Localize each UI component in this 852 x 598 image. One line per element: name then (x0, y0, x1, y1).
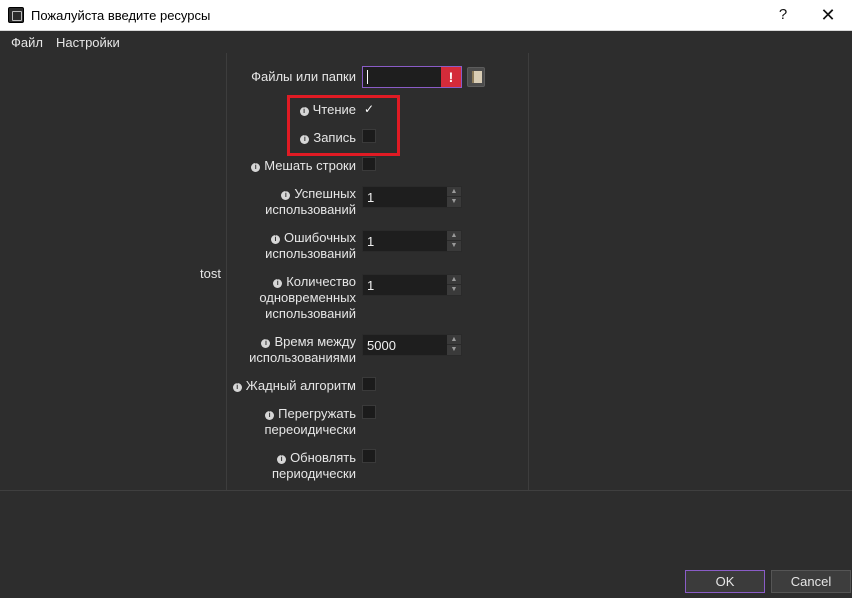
error-icon: ! (441, 67, 461, 87)
spin-down-icon[interactable]: ▼ (447, 285, 461, 295)
concurrent-uses-input[interactable] (363, 275, 447, 295)
greedy-label: i Жадный алгоритм (232, 378, 356, 394)
close-button[interactable]: ✕ (812, 4, 844, 26)
error-uses-input[interactable] (363, 231, 447, 251)
folder-open-icon[interactable] (467, 67, 485, 87)
bottom-divider (0, 490, 852, 491)
files-input[interactable] (363, 67, 441, 87)
menu-file[interactable]: Файл (11, 35, 43, 50)
menu-bar: Файл Настройки (0, 31, 852, 52)
resource-list-panel[interactable] (1, 53, 227, 490)
error-uses-spinbox[interactable]: ▲ ▼ (362, 230, 462, 252)
shuffle-checkbox[interactable] (362, 157, 376, 171)
info-icon: i (232, 383, 242, 392)
text-caret (367, 70, 368, 84)
files-label: Файлы или папки (251, 69, 356, 84)
update-checkbox[interactable] (362, 449, 376, 463)
shuffle-label-text: Мешать строки (264, 158, 356, 173)
shuffle-label: i Мешать строки (251, 158, 356, 174)
help-button[interactable]: ? (768, 4, 798, 26)
info-icon: i (251, 163, 261, 172)
spin-up-icon[interactable]: ▲ (447, 335, 461, 345)
reload-checkbox[interactable] (362, 405, 376, 419)
update-label: i Обновлять периодически (271, 450, 356, 481)
spin-down-icon[interactable]: ▼ (447, 241, 461, 251)
concurrent-uses-spinbox[interactable]: ▲ ▼ (362, 274, 462, 296)
title-bar: Пожалуйста введите ресурсы ? ✕ (0, 0, 852, 31)
interval-input[interactable] (363, 335, 447, 355)
highlight-annotation (287, 95, 400, 156)
spin-up-icon[interactable]: ▲ (447, 275, 461, 285)
cancel-button[interactable]: Cancel (771, 570, 851, 593)
info-icon: i (281, 191, 291, 200)
reload-label: i Перегружать переоидически (264, 406, 356, 437)
error-uses-label: i Ошибочных использований (265, 230, 356, 261)
menu-settings[interactable]: Настройки (56, 35, 120, 50)
info-icon: i (271, 235, 280, 244)
success-uses-input[interactable] (363, 187, 447, 207)
ok-button[interactable]: OK (685, 570, 765, 593)
info-icon: i (273, 279, 283, 288)
success-uses-spinbox[interactable]: ▲ ▼ (362, 186, 462, 208)
spin-up-icon[interactable]: ▲ (447, 231, 461, 241)
resource-list-item[interactable]: tost (200, 266, 221, 281)
greedy-checkbox[interactable] (362, 377, 376, 391)
concurrent-uses-label: i Количество одновременных использований (259, 274, 356, 321)
success-uses-label: i Успешных использований (265, 186, 356, 217)
files-field[interactable]: ! (362, 66, 462, 88)
spin-up-icon[interactable]: ▲ (447, 187, 461, 197)
info-icon: i (261, 339, 271, 348)
spin-down-icon[interactable]: ▼ (447, 197, 461, 207)
right-empty-panel (528, 53, 851, 490)
interval-label: i Время между использованиями (249, 334, 356, 365)
info-icon: i (277, 455, 287, 464)
spin-down-icon[interactable]: ▼ (447, 345, 461, 355)
interval-spinbox[interactable]: ▲ ▼ (362, 334, 462, 356)
app-window-icon (8, 7, 24, 23)
window-title: Пожалуйста введите ресурсы (31, 8, 211, 23)
info-icon: i (265, 411, 275, 420)
